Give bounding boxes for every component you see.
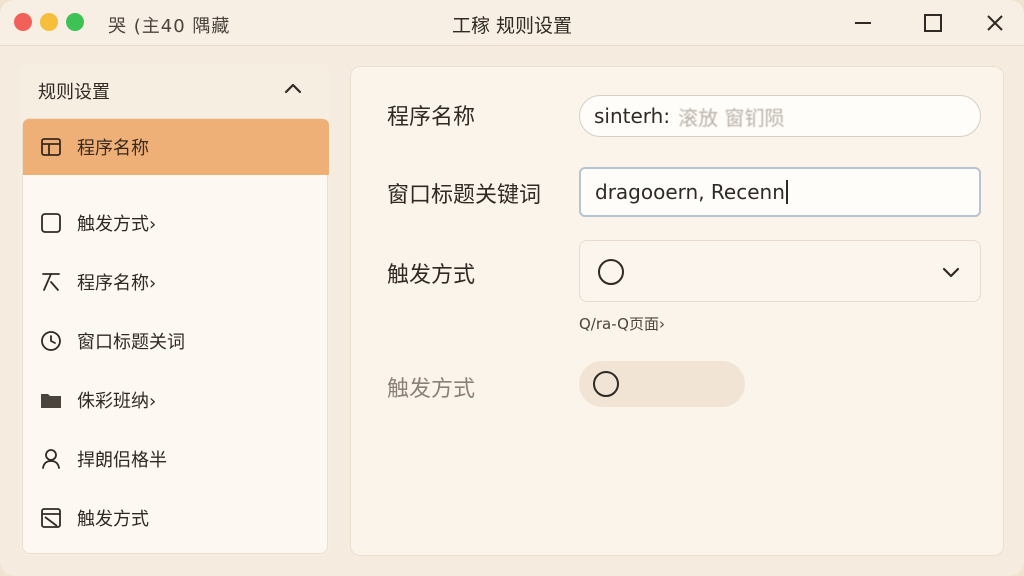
program-name-label: 程序名称: [387, 105, 476, 130]
sidebar-item-label: 程序名称: [77, 138, 149, 159]
rule-settings-form: 程序名称 sinterh: 滚放 窗钔陨 窗口标题关键词 dragooern, …: [350, 66, 1004, 556]
sidebar-item-program-name[interactable]: 程序名称: [23, 119, 329, 175]
program-name-value: sinterh:: [594, 104, 671, 128]
radio-icon: [593, 371, 619, 397]
maximize-icon: [924, 14, 942, 32]
sidebar-item-trigger-mode-2[interactable]: 触发方式: [23, 490, 329, 546]
minimize-button[interactable]: [848, 8, 878, 38]
sidebar-item-label: 触发方式: [77, 509, 149, 530]
sidebar-item-user[interactable]: 捍朗侣格半: [23, 431, 329, 487]
title-bar: 哭 (主40 隅藏 工稼 规则设置: [0, 0, 1024, 46]
clock-icon: [41, 331, 61, 351]
chevron-up-icon[interactable]: [282, 78, 304, 100]
sidebar-list: 程序名称 触发方式› 程序名称› 窗口标题关词 侏彩班纳› 捍朗侣格半 触发方式: [22, 118, 329, 554]
window-keyword-label: 窗口标题关键词: [387, 183, 542, 208]
square-icon: [41, 213, 61, 233]
program-name-blurred-value: 滚放 窗钔陨: [678, 105, 785, 130]
chevron-down-icon: [942, 267, 960, 278]
maximize-button[interactable]: [918, 8, 948, 38]
radio-icon: [598, 259, 624, 285]
trigger-mode-hint-link[interactable]: Q/ra-Q页面›: [579, 313, 665, 334]
trigger-mode-disabled-label: 触发方式: [387, 377, 476, 402]
program-name-input[interactable]: sinterh: 滚放 窗钔陨: [579, 95, 981, 137]
trigger-mode-label: 触发方式: [387, 263, 476, 288]
folder-icon: [41, 394, 61, 408]
close-button[interactable]: [980, 8, 1010, 38]
sidebar-item-label: 程序名称›: [77, 273, 157, 294]
minimize-icon: [855, 22, 871, 24]
close-icon: [987, 15, 1003, 31]
text-cursor: [785, 180, 788, 204]
app-window: 哭 (主40 隅藏 工稼 规则设置 规则设置 程序名称 触发方式› 程序名称› …: [0, 0, 1024, 576]
sidebar-item-label: 捍朗侣格半: [77, 450, 167, 471]
window-keyword-value: dragooern, Recenn: [595, 180, 785, 204]
sidebar-item-folder[interactable]: 侏彩班纳›: [23, 372, 329, 428]
window-keyword-input[interactable]: dragooern, Recenn: [579, 167, 981, 217]
user-icon: [42, 449, 60, 469]
sidebar-header[interactable]: 规则设置: [20, 64, 330, 114]
sidebar-item-label: 窗口标题关词: [77, 332, 185, 353]
sidebar-item-label: 触发方式›: [77, 214, 157, 235]
sidebar-item-program-name-2[interactable]: 程序名称›: [23, 254, 329, 310]
layout-icon: [41, 138, 61, 156]
sidebar-header-label: 规则设置: [38, 82, 110, 103]
sidebar: 规则设置 程序名称 触发方式› 程序名称› 窗口标题关词 侏彩班纳› 捍朗侣格半…: [20, 64, 330, 556]
branch-icon: [42, 273, 60, 291]
sidebar-item-trigger-mode[interactable]: 触发方式›: [23, 195, 329, 251]
window-icon: [41, 508, 61, 528]
sidebar-item-window-title[interactable]: 窗口标题关词: [23, 313, 329, 369]
trigger-mode-toggle[interactable]: [579, 361, 745, 407]
trigger-mode-select[interactable]: [579, 240, 981, 302]
sidebar-item-label: 侏彩班纳›: [77, 391, 157, 412]
